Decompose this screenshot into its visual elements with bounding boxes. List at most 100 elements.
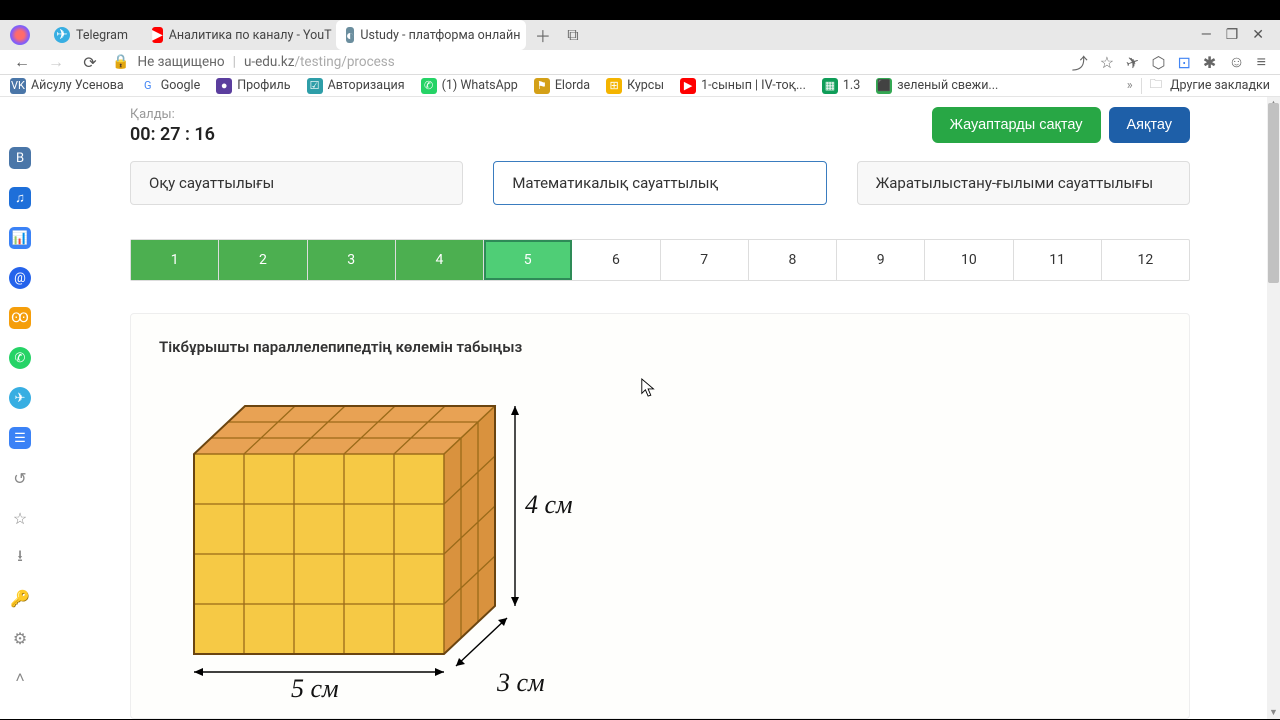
forward-button[interactable]: → <box>44 50 68 74</box>
page-content: Қалды: 00: 27 : 16 Жауаптарды сақтау Аяқ… <box>40 97 1280 719</box>
bookmark-favicon-icon: ▶ <box>680 78 696 94</box>
browser-tab[interactable]: ✈Telegram <box>44 20 138 50</box>
other-bookmarks[interactable]: Другие закладки <box>1170 78 1270 93</box>
section-tab[interactable]: Математикалық сауаттылық <box>493 161 826 205</box>
back-button[interactable]: ← <box>10 50 34 74</box>
question-nav-item[interactable]: 2 <box>219 240 307 280</box>
question-title: Тікбұрышты параллелепипедтің көлемін таб… <box>159 338 1161 356</box>
question-nav-item[interactable]: 3 <box>308 240 396 280</box>
sidebar: В ♫ 📊 @ Ꙭ ✆ ✈ ☰ ↺ ☆ ⭳ 🔑 ⚙ ˄ <box>0 97 40 719</box>
bookmark-item[interactable]: ✆ (1) WhatsApp <box>421 78 518 94</box>
bookmark-label: Google <box>161 78 200 93</box>
bookmarks-overflow-icon[interactable]: » <box>1127 78 1133 93</box>
bookmark-label: Курсы <box>627 78 664 93</box>
question-nav-item[interactable]: 12 <box>1102 240 1189 280</box>
whatsapp-icon[interactable]: ✆ <box>9 347 31 369</box>
bookmark-label: Айсулу Усенова <box>31 78 124 93</box>
share-icon[interactable]: ⤴ <box>1072 50 1088 74</box>
question-nav-item[interactable]: 7 <box>661 240 749 280</box>
address-bar: ← → ⟳ 🔒 Не защищено | u-edu.kz/testing/p… <box>0 50 1280 75</box>
question-nav-item[interactable]: 10 <box>925 240 1013 280</box>
bookmark-item[interactable]: ⊞ Курсы <box>606 78 664 94</box>
section-tab[interactable]: Оқу сауаттылығы <box>130 161 463 205</box>
reload-button[interactable]: ⟳ <box>78 50 102 74</box>
settings-icon[interactable]: ⚙ <box>9 627 31 649</box>
history-icon[interactable]: ↺ <box>9 467 31 489</box>
url-host: u-edu.kz <box>244 54 295 70</box>
bookmark-item[interactable]: VK Айсулу Усенова <box>10 78 124 94</box>
question-nav-item[interactable]: 9 <box>837 240 925 280</box>
tab-label: Ustudy - платформа онлайн <box>360 28 520 43</box>
shield-icon[interactable]: ⬡ <box>1152 53 1166 72</box>
bookmark-favicon-icon: ● <box>216 78 232 94</box>
browser-logo-icon[interactable] <box>10 25 30 45</box>
favicon-icon: ✈ <box>54 27 70 43</box>
telegram-icon[interactable]: ✈ <box>9 387 31 409</box>
bookmark-label: Авторизация <box>328 78 405 93</box>
bookmark-item[interactable]: G Google <box>140 78 200 94</box>
close-window-button[interactable]: ✕ <box>1252 27 1264 43</box>
bookmark-item[interactable]: ⚑Elorda <box>534 78 590 94</box>
bookmark-label: зеленый свежи... <box>897 78 998 93</box>
favorites-icon[interactable]: ☆ <box>9 507 31 529</box>
insecure-lock-icon: 🔒 <box>112 54 129 70</box>
tab-label: Аналитика по каналу - YouT <box>169 28 332 43</box>
menu-icon[interactable]: ≡ <box>1257 52 1266 72</box>
bookmark-favicon-icon: G <box>140 78 156 94</box>
bookmark-favicon-icon: ⬛ <box>876 78 892 94</box>
scroll-down-icon[interactable]: ▼ <box>1267 706 1280 719</box>
extensions-icon[interactable]: ✱ <box>1203 53 1216 72</box>
stats-icon[interactable]: 📊 <box>9 227 31 249</box>
browser-window: ✈Telegram▶Аналитика по каналу - YouT◐Ust… <box>0 20 1280 700</box>
browser-tab[interactable]: ▶Аналитика по каналу - YouT <box>142 20 332 50</box>
bookmark-label: (1) WhatsApp <box>442 78 518 93</box>
question-nav-item[interactable]: 11 <box>1014 240 1102 280</box>
bookmark-item[interactable]: ☑Авторизация <box>307 78 405 94</box>
new-tab-button[interactable]: ＋ <box>530 22 556 48</box>
bookmark-favicon-icon: ⊞ <box>606 78 622 94</box>
bookmark-item[interactable]: ●Профиль <box>216 78 290 94</box>
browser-tab[interactable]: ◐ Ustudy - платформа онлайн <box>336 20 526 50</box>
question-nav-item[interactable]: 4 <box>396 240 484 280</box>
url-path: /testing/process <box>294 54 394 70</box>
bookmark-star-icon[interactable]: ☆ <box>1100 53 1114 72</box>
save-answers-button[interactable]: Жауаптарды сақтау <box>932 107 1101 143</box>
ok-icon[interactable]: Ꙭ <box>9 307 31 329</box>
bookmark-item[interactable]: ▶1-сынып | IV-тоқ... <box>680 78 806 94</box>
bookmark-item[interactable]: ▦1.3 <box>822 78 860 94</box>
vertical-scrollbar[interactable]: ▲ ▼ <box>1267 97 1280 719</box>
timer-value: 00: 27 : 16 <box>130 124 215 145</box>
question-nav-item[interactable]: 6 <box>572 240 660 280</box>
finish-button[interactable]: Аяқтау <box>1109 107 1191 143</box>
section-tab[interactable]: Жаратылыстану-ғылыми сауаттылығы <box>857 161 1190 205</box>
dimension-width: 5 см <box>291 674 339 704</box>
question-nav-item[interactable]: 5 <box>484 240 572 280</box>
question-nav-item[interactable]: 1 <box>131 240 219 280</box>
bookmark-favicon-icon: ⚑ <box>534 78 550 94</box>
key-icon[interactable]: 🔑 <box>9 587 31 609</box>
collapse-sidebar-icon[interactable]: ˄ <box>9 667 31 689</box>
favicon-icon: ◐ <box>346 27 354 43</box>
bookmark-favicon-icon: ✆ <box>421 78 437 94</box>
bookmark-label: 1.3 <box>843 78 860 93</box>
minimize-button[interactable]: ― <box>1201 27 1212 43</box>
dimension-height: 4 см <box>525 490 573 520</box>
tab-overflow-icon[interactable]: ⧉ <box>560 22 586 48</box>
send-icon[interactable]: ✈ <box>1123 51 1142 73</box>
scrollbar-thumb[interactable] <box>1268 103 1279 283</box>
translate-icon[interactable]: ⊡ <box>1178 53 1191 72</box>
url-bar[interactable]: 🔒 Не защищено | u-edu.kz/testing/process <box>112 54 1062 70</box>
question-nav-item[interactable]: 8 <box>749 240 837 280</box>
bookmarks-bar: VK Айсулу Усенова G Google ●Профиль ☑Авториза… <box>0 75 1280 97</box>
downloads-icon[interactable]: ⭳ <box>9 547 31 569</box>
cuboid-figure: 4 см 3 см 5 см <box>159 374 639 694</box>
music-icon[interactable]: ♫ <box>9 187 31 209</box>
bookmark-favicon-icon: VK <box>10 78 26 94</box>
list-icon[interactable]: ☰ <box>9 427 31 449</box>
bookmark-item[interactable]: ⬛ зеленый свежи... <box>876 78 998 94</box>
vk-icon[interactable]: В <box>9 147 31 169</box>
question-navigator: 123456789101112 <box>130 239 1190 281</box>
maximize-button[interactable]: ❐ <box>1226 27 1239 43</box>
profile-icon[interactable]: ☺ <box>1228 52 1244 72</box>
mail-icon[interactable]: @ <box>9 267 31 289</box>
